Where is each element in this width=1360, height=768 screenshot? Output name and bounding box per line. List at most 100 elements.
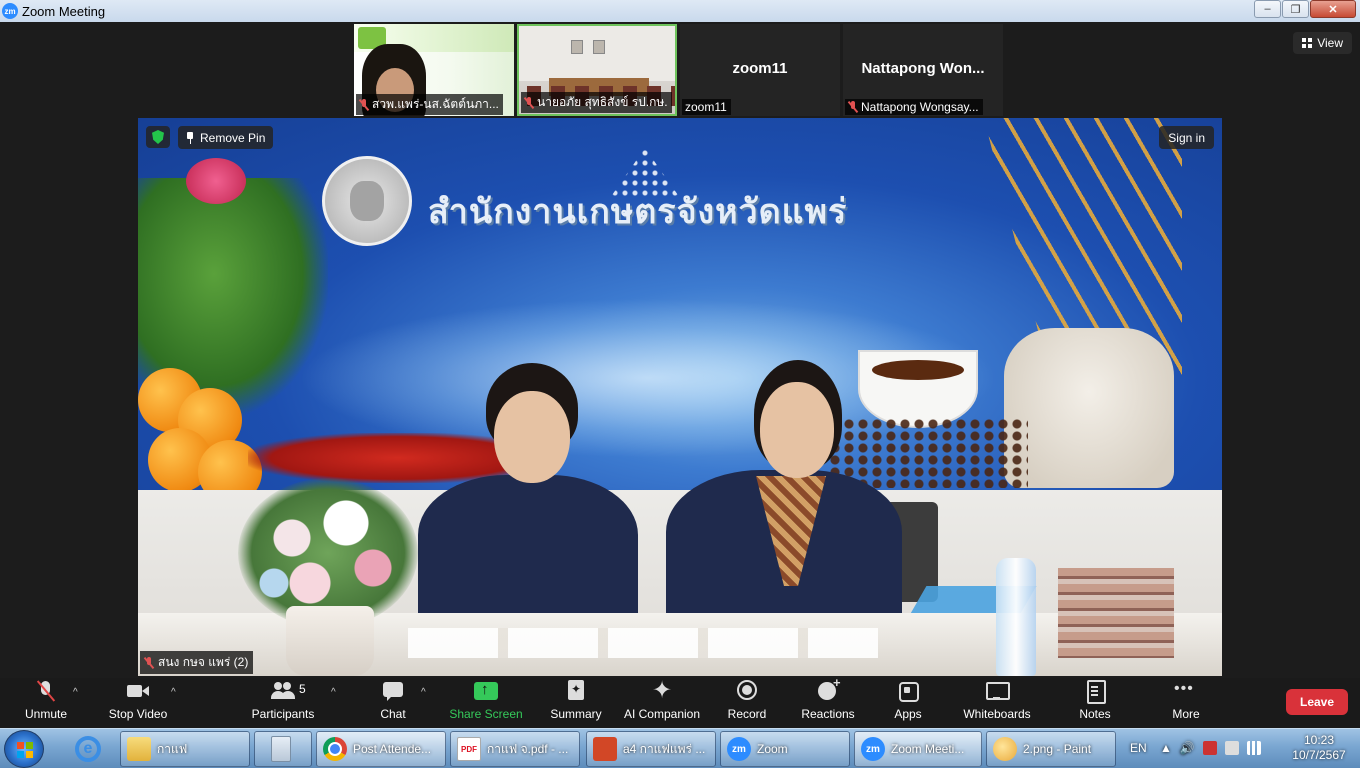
taskbar-button-pdf[interactable]: PDF กาแฟ จ.pdf - ... <box>450 731 580 767</box>
record-icon <box>734 680 760 702</box>
remove-pin-button[interactable]: Remove Pin <box>178 126 274 149</box>
taskbar-clock[interactable]: 10:23 10/7/2567 <box>1284 733 1354 763</box>
notes-label: Notes <box>1079 707 1111 721</box>
dragonfruit-decoration <box>186 158 246 204</box>
meeting-area: สวพ.แพร่-นส.ฉัตต์นภา... นายอภัย สุทธิสัง… <box>0 22 1360 678</box>
share-screen-icon <box>473 680 499 702</box>
audio-options-caret[interactable]: ^ <box>73 687 78 698</box>
participant-name-label: Nattapong Wongsay... <box>845 99 983 115</box>
view-button-label: View <box>1317 36 1343 50</box>
notes-button[interactable]: Notes <box>1074 678 1116 728</box>
taskbar-button-zoom[interactable]: zm Zoom <box>720 731 850 767</box>
encryption-shield-icon[interactable] <box>146 126 170 148</box>
participant-name: Nattapong Wongsay... <box>861 100 979 114</box>
remove-pin-label: Remove Pin <box>200 130 266 145</box>
participant-name: zoom11 <box>685 100 727 114</box>
speaker-icon[interactable]: 🔊 <box>1180 741 1195 755</box>
zoom-app-icon: zm <box>2 3 18 19</box>
apps-button[interactable]: Apps <box>888 678 928 728</box>
participant-thumbnail[interactable]: นายอภัย สุทธิสังข์ รป.กษ. <box>517 24 677 116</box>
ai-companion-button[interactable]: AI Companion <box>622 676 702 728</box>
taskbar-button-paint[interactable]: 2.png - Paint <box>986 731 1116 767</box>
taskbar-button-zoom-meeting[interactable]: zm Zoom Meeti... <box>854 731 982 767</box>
reactions-button[interactable]: Reactions <box>798 675 858 728</box>
more-label: More <box>1172 707 1200 721</box>
show-hidden-icons-arrow[interactable]: ▲ <box>1160 741 1172 755</box>
record-label: Record <box>727 707 767 721</box>
language-indicator[interactable]: EN <box>1130 741 1147 755</box>
video-options-caret[interactable]: ^ <box>171 687 176 698</box>
participants-icon <box>270 680 296 702</box>
close-button[interactable]: ✕ <box>1310 0 1356 18</box>
video-camera-icon <box>125 680 151 702</box>
system-tray: ▲ 🔊 <box>1160 741 1261 755</box>
whiteboards-button[interactable]: Whiteboards <box>960 678 1034 728</box>
participant-thumbnail[interactable]: Nattapong Won... Nattapong Wongsay... <box>843 24 1003 116</box>
muted-microphone-icon <box>33 680 59 702</box>
view-button[interactable]: View <box>1293 32 1352 54</box>
participant-thumbnail[interactable]: สวพ.แพร่-นส.ฉัตต์นภา... <box>354 24 514 116</box>
taskbar-button-powerpoint[interactable]: a4 กาแฟแพร่ ... <box>586 731 716 767</box>
chrome-icon <box>323 737 347 761</box>
pinned-video[interactable]: สำนักงานเกษตรจังหวัดแพร่ Remove Pin Sign… <box>138 118 1222 676</box>
stop-video-label: Stop Video <box>108 707 168 721</box>
summary-icon <box>563 680 589 702</box>
start-button[interactable] <box>4 730 44 768</box>
pin-icon <box>186 131 194 144</box>
participant-name-label: zoom11 <box>682 99 731 115</box>
signal-strength-icon[interactable] <box>1246 741 1261 755</box>
pinned-participant-name-label: สนง กษจ แพร่ (2) <box>140 651 254 674</box>
presenter-body <box>418 475 638 625</box>
chat-button[interactable]: Chat <box>372 678 414 728</box>
summary-button[interactable]: Summary <box>546 678 606 728</box>
participants-button[interactable]: Participants <box>250 678 316 728</box>
taskbar-button-label: Zoom <box>757 742 788 756</box>
paint-icon <box>993 737 1017 761</box>
shield-icon <box>152 130 164 144</box>
clock-time: 10:23 <box>1303 733 1335 747</box>
chat-options-caret[interactable]: ^ <box>421 687 426 698</box>
pinned-participant-name: สนง กษจ แพร่ (2) <box>158 655 249 669</box>
stop-video-button[interactable]: Stop Video <box>106 678 170 728</box>
network-warning-icon[interactable] <box>1202 741 1217 755</box>
window-title: Zoom Meeting <box>22 3 106 19</box>
folder-icon <box>127 737 151 761</box>
quick-launch-internet-explorer[interactable]: e <box>66 732 110 766</box>
action-center-icon[interactable] <box>1224 741 1239 755</box>
minimize-button[interactable]: – <box>1254 0 1281 18</box>
documents-on-table <box>408 628 878 658</box>
window-controls: – ❐ ✕ <box>1253 0 1356 18</box>
apps-icon <box>895 680 921 702</box>
presenter-face <box>494 391 570 483</box>
taskbar-button-label: 2.png - Paint <box>1023 742 1092 756</box>
participant-thumbnail[interactable]: zoom11 zoom11 <box>680 24 840 116</box>
taskbar-button-folder[interactable]: กาแฟ <box>120 731 250 767</box>
muted-mic-icon <box>359 98 369 111</box>
sparkle-icon <box>649 676 675 705</box>
zoom-icon: zm <box>861 737 885 761</box>
internet-explorer-icon: e <box>75 736 101 762</box>
taskbar-button-chrome[interactable]: Post Attende... <box>316 731 446 767</box>
more-button[interactable]: More <box>1164 678 1208 728</box>
taskbar-button-label: กาแฟ จ.pdf - ... <box>487 741 569 756</box>
participant-name: นายอภัย สุทธิสังข์ รป.กษ. <box>537 95 668 109</box>
whiteboard-icon <box>984 680 1010 702</box>
leave-button[interactable]: Leave <box>1286 689 1348 715</box>
zoom-icon: zm <box>727 737 751 761</box>
share-screen-button[interactable]: Share Screen <box>449 678 522 728</box>
chat-label: Chat <box>380 707 406 721</box>
pdf-icon: PDF <box>457 737 481 761</box>
participants-options-caret[interactable]: ^ <box>331 687 336 698</box>
coffee-cup-decoration <box>858 350 978 428</box>
sign-in-button[interactable]: Sign in <box>1159 126 1214 149</box>
maximize-button[interactable]: ❐ <box>1282 0 1309 18</box>
muted-mic-icon <box>144 656 154 669</box>
participant-name-large: zoom11 <box>732 60 788 77</box>
unmute-button[interactable]: Unmute <box>20 678 72 728</box>
record-button[interactable]: Record <box>724 678 770 728</box>
apps-label: Apps <box>894 707 922 721</box>
grid-icon <box>1302 38 1313 48</box>
taskbar-button-calculator[interactable] <box>254 731 312 767</box>
participant-name-large: Nattapong Won... <box>861 60 985 77</box>
presenter-face <box>760 382 834 478</box>
